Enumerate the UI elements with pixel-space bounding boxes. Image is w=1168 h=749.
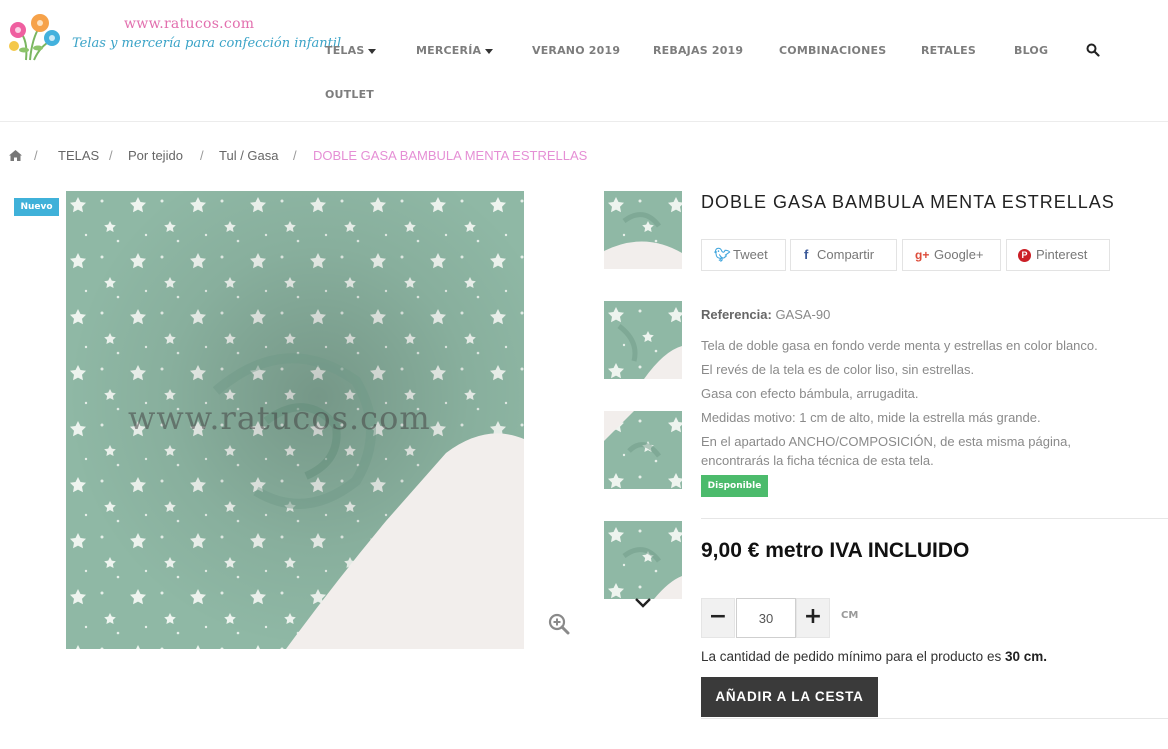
breadcrumb-telas[interactable]: TELAS (58, 148, 99, 163)
facebook-icon: f (804, 247, 809, 262)
site-header: www.ratucos.com Telas y mercería para co… (0, 0, 1168, 122)
minimum-quantity-value: 30 cm. (1004, 649, 1047, 664)
google-plus-label: Google+ (934, 247, 984, 262)
breadcrumb-separator: / (109, 148, 113, 163)
quantity-decrease-button[interactable]: − (701, 598, 735, 638)
home-icon[interactable] (9, 150, 22, 161)
caret-down-icon (368, 48, 377, 54)
thumbnail-image (604, 521, 682, 599)
thumbnail-image (604, 411, 682, 489)
google-plus-button[interactable]: g+ Google+ (902, 239, 1001, 271)
nav-telas[interactable]: TELAS (325, 44, 377, 57)
nav-telas-label: TELAS (325, 44, 365, 57)
add-to-cart-button[interactable]: AÑADIR A LA CESTA (701, 677, 878, 717)
zoom-in-icon[interactable] (548, 613, 570, 635)
nav-verano-2019[interactable]: VERANO 2019 (532, 44, 620, 57)
thumbnail-1[interactable] (604, 191, 682, 269)
compartir-label: Compartir (817, 247, 875, 262)
description-line: Tela de doble gasa en fondo verde menta … (701, 338, 1098, 353)
description-line: El revés de la tela es de color liso, si… (701, 362, 975, 377)
nav-combinaciones[interactable]: COMBINACIONES (779, 44, 886, 57)
twitter-icon: 🐦︎ (714, 247, 731, 262)
minimum-quantity-text: La cantidad de pedido mínimo para el pro… (701, 649, 1002, 664)
reference-value: GASA-90 (775, 307, 831, 322)
reference-label: Referencia: (701, 307, 772, 322)
divider (701, 718, 1168, 719)
logo-tagline: Telas y mercería para confección infanti… (72, 36, 342, 51)
description-line: Gasa con efecto bámbula, arrugadita. (701, 386, 919, 401)
divider (701, 518, 1168, 519)
tweet-label: Tweet (733, 247, 768, 262)
flowers-logo-icon (9, 14, 60, 61)
pinterest-button[interactable]: P Pinterest (1006, 239, 1110, 271)
minimum-quantity-note: La cantidad de pedido mínimo para el pro… (701, 649, 1047, 664)
description-line: Medidas motivo: 1 cm de alto, mide la es… (701, 410, 1041, 425)
nav-merceria-label: MERCERÍA (416, 44, 482, 57)
breadcrumb-current: DOBLE GASA BAMBULA MENTA ESTRELLAS (313, 148, 588, 163)
quantity-increase-button[interactable]: + (796, 598, 830, 638)
google-plus-icon: g+ (915, 248, 930, 262)
quantity-input[interactable] (736, 598, 796, 638)
tweet-button[interactable]: 🐦︎ Tweet (701, 239, 786, 271)
description-line: En el apartado ANCHO/COMPOSICIÓN, de est… (701, 434, 1071, 449)
breadcrumb-por-tejido[interactable]: Por tejido (128, 148, 183, 163)
caret-down-icon (485, 48, 494, 54)
product-reference: Referencia: GASA-90 (701, 307, 830, 322)
site-logo[interactable]: www.ratucos.com Telas y mercería para co… (6, 10, 341, 64)
nav-outlet[interactable]: OUTLET (325, 88, 374, 101)
availability-badge: Disponible (701, 475, 768, 497)
search-icon[interactable] (1086, 43, 1100, 57)
product-main-image[interactable]: www.ratucos.com (66, 191, 524, 649)
thumbnail-2[interactable] (604, 301, 682, 379)
description-line: encontrarás la ficha técnica de esta tel… (701, 453, 934, 468)
nav-retales[interactable]: RETALES (921, 44, 976, 57)
quantity-unit: CM (841, 610, 859, 621)
product-price: 9,00 € metro IVA INCLUIDO (701, 539, 970, 562)
breadcrumb-separator: / (293, 148, 297, 163)
breadcrumb-separator: / (34, 148, 38, 163)
product-title: DOBLE GASA BAMBULA MENTA ESTRELLAS (701, 192, 1115, 212)
logo-url-text: www.ratucos.com (124, 16, 255, 32)
nav-blog[interactable]: BLOG (1014, 44, 1048, 57)
thumbnail-4[interactable] (604, 521, 682, 599)
thumbnail-image (604, 301, 682, 379)
breadcrumb-separator: / (200, 148, 204, 163)
new-badge: Nuevo (14, 198, 59, 216)
pinterest-icon: P (1018, 249, 1031, 262)
thumbnail-3[interactable] (604, 411, 682, 489)
nav-merceria[interactable]: MERCERÍA (416, 44, 494, 57)
thumbnail-image (604, 191, 682, 269)
image-watermark: www.ratucos.com (128, 399, 431, 437)
chevron-down-icon[interactable] (634, 596, 652, 610)
facebook-share-button[interactable]: f Compartir (790, 239, 897, 271)
breadcrumb-tul-gasa[interactable]: Tul / Gasa (219, 148, 278, 163)
pinterest-label: Pinterest (1036, 247, 1088, 262)
nav-rebajas-2019[interactable]: REBAJAS 2019 (653, 44, 743, 57)
